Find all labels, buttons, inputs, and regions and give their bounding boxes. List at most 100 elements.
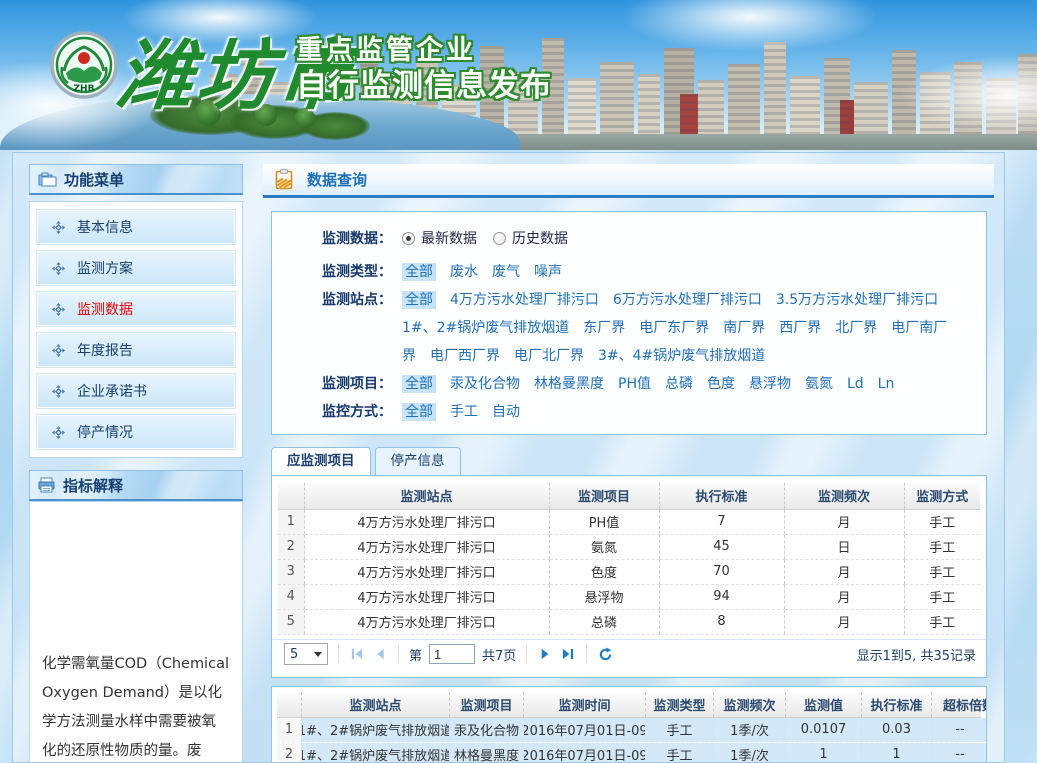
table1-header-cell: 监测频次 bbox=[784, 483, 904, 509]
sidebar-item-commitment[interactable]: 企业承诺书 bbox=[37, 374, 235, 408]
filter-option-link[interactable]: 南厂界 bbox=[723, 320, 765, 336]
next-page-icon bbox=[538, 647, 552, 661]
table2-cell: 1季/次 bbox=[713, 743, 785, 763]
content-container: 功能菜单 基本信息监测方案监测数据年度报告企业承诺书停产情况 指标解释 化学需氧… bbox=[12, 152, 1005, 763]
page: ZHB 潍坊市 重点监管企业 自行监测信息发布 功能菜单 基本信息监测方案监测数… bbox=[0, 0, 1037, 763]
refresh-icon bbox=[598, 647, 613, 662]
table-row: 34万方污水处理厂排污口色度70月手工 bbox=[278, 559, 980, 584]
filter-row: 监测数据：最新数据历史数据 bbox=[322, 225, 972, 253]
first-page-button[interactable] bbox=[349, 647, 365, 662]
filter-option-link[interactable]: 西厂界 bbox=[779, 320, 821, 336]
table2-cell: 1 bbox=[785, 743, 861, 763]
filter-options: 最新数据 历史数据 bbox=[402, 225, 972, 253]
filter-option-link[interactable]: PH值 bbox=[618, 376, 651, 392]
filter-option-link[interactable]: 电厂东厂界 bbox=[639, 320, 709, 336]
sidebar-item-label: 年度报告 bbox=[77, 340, 133, 360]
four-way-arrow-icon bbox=[51, 261, 66, 276]
sidebar-item-monitor-data[interactable]: 监测数据 bbox=[37, 292, 235, 326]
refresh-button[interactable] bbox=[597, 647, 613, 662]
radio-label: 历史数据 bbox=[512, 231, 568, 247]
sidebar-item-shutdown[interactable]: 停产情况 bbox=[37, 415, 235, 449]
four-way-arrow-icon bbox=[51, 425, 66, 440]
filter-option-link[interactable]: 北厂界 bbox=[835, 320, 877, 336]
filter-option-link[interactable]: Ld bbox=[847, 376, 864, 392]
table1-header-cell: 监测方式 bbox=[904, 483, 980, 509]
table2-header-cell: 监测时间 bbox=[523, 692, 645, 717]
table1-header-cell: 监测项目 bbox=[549, 483, 659, 509]
filter-option-link[interactable]: 3.5万方污水处理厂排污口 bbox=[776, 292, 938, 308]
table2-header-cell bbox=[277, 692, 301, 717]
first-page-icon bbox=[350, 647, 364, 661]
next-page-button[interactable] bbox=[537, 647, 553, 662]
chevron-down-icon bbox=[314, 652, 322, 657]
table2-header-cell: 超标倍数 bbox=[931, 692, 987, 717]
folder-icon bbox=[38, 172, 57, 187]
filter-option-link[interactable]: 6万方污水处理厂排污口 bbox=[613, 292, 762, 308]
radio-button[interactable] bbox=[493, 232, 506, 245]
filter-option-link[interactable]: 废气 bbox=[492, 264, 520, 280]
filter-option-link[interactable]: 色度 bbox=[707, 376, 735, 392]
table2-cell: 1 bbox=[861, 743, 931, 763]
filter-option-link[interactable]: 手工 bbox=[450, 404, 478, 420]
building bbox=[854, 82, 888, 136]
page-number-input[interactable] bbox=[429, 644, 475, 664]
table1-cell: 94 bbox=[659, 584, 784, 609]
radio-option[interactable]: 最新数据 bbox=[402, 231, 477, 247]
filter-row: 监控方式：全部手工自动 bbox=[322, 398, 972, 426]
table2-cell: 2 bbox=[277, 743, 301, 763]
page-size-value: 5 bbox=[290, 647, 298, 662]
radio-button[interactable] bbox=[402, 232, 415, 245]
table2-cell: 1#、2#锅炉废气排放烟道 bbox=[301, 718, 449, 742]
table1-cell: 手工 bbox=[904, 534, 980, 559]
sidebar-item-monitor-plan[interactable]: 监测方案 bbox=[37, 251, 235, 285]
filter-option-link[interactable]: 汞及化合物 bbox=[450, 376, 520, 392]
last-page-button[interactable] bbox=[560, 647, 576, 662]
table-row: 11#、2#锅炉废气排放烟道汞及化合物2016年07月01日-09手工1季/次0… bbox=[277, 718, 963, 743]
prev-page-button[interactable] bbox=[372, 647, 388, 662]
tab-monitoring-items[interactable]: 应监测项目 bbox=[271, 447, 371, 475]
printer-icon bbox=[38, 477, 56, 493]
table1-cell: 7 bbox=[659, 509, 784, 534]
building bbox=[680, 94, 698, 136]
filter-option-link[interactable]: 总磷 bbox=[665, 376, 693, 392]
zhb-environment-logo-icon: ZHB bbox=[50, 31, 118, 99]
filter-option-link[interactable]: 噪声 bbox=[534, 264, 562, 280]
radio-option[interactable]: 历史数据 bbox=[493, 231, 568, 247]
sidebar-item-label: 监测数据 bbox=[77, 299, 133, 319]
table2-cell: 1#、2#锅炉废气排放烟道 bbox=[301, 743, 449, 763]
filter-option-link[interactable]: 氨氮 bbox=[805, 376, 833, 392]
sidebar-item-label: 企业承诺书 bbox=[77, 381, 147, 401]
filter-option-link[interactable]: 全部 bbox=[402, 263, 436, 281]
filter-option-link[interactable]: 废水 bbox=[450, 264, 478, 280]
page-size-select[interactable]: 5 bbox=[284, 643, 328, 665]
filter-option-link[interactable]: 全部 bbox=[402, 375, 436, 393]
tab-shutdown-info[interactable]: 停产信息 bbox=[375, 447, 461, 475]
radio-label: 最新数据 bbox=[421, 231, 477, 247]
banner-subtitle-line1: 重点监管企业 bbox=[296, 36, 552, 66]
filter-option-link[interactable]: 林格曼黑度 bbox=[534, 376, 604, 392]
filter-option-link[interactable]: Ln bbox=[878, 376, 895, 392]
filter-option-link[interactable]: 4万方污水处理厂排污口 bbox=[450, 292, 599, 308]
table2-header-cell: 监测类型 bbox=[645, 692, 713, 717]
filter-option-link[interactable]: 自动 bbox=[492, 404, 520, 420]
filter-option-link[interactable]: 电厂北厂界 bbox=[514, 348, 584, 364]
table1-cell: 日 bbox=[784, 534, 904, 559]
table1-cell: 月 bbox=[784, 609, 904, 634]
filter-option-link[interactable]: 东厂界 bbox=[583, 320, 625, 336]
table2-cell: 手工 bbox=[645, 718, 713, 742]
sidebar-item-label: 停产情况 bbox=[77, 422, 133, 442]
monitoring-items-table: 监测站点监测项目执行标准监测频次监测方式 14万方污水处理厂排污口PH值7月手工… bbox=[278, 483, 980, 635]
sidebar-item-annual-report[interactable]: 年度报告 bbox=[37, 333, 235, 367]
building bbox=[698, 80, 724, 136]
filter-option-link[interactable]: 全部 bbox=[402, 291, 436, 309]
filter-option-link[interactable]: 电厂西厂界 bbox=[430, 348, 500, 364]
banner: ZHB 潍坊市 重点监管企业 自行监测信息发布 bbox=[0, 0, 1037, 150]
sidebar-item-basic-info[interactable]: 基本信息 bbox=[37, 210, 235, 244]
filter-option-link[interactable]: 1#、2#锅炉废气排放烟道 bbox=[402, 320, 569, 336]
filter-option-link[interactable]: 悬浮物 bbox=[749, 376, 791, 392]
filter-option-link[interactable]: 3#、4#锅炉废气排放烟道 bbox=[598, 348, 765, 364]
table1-cell: 氨氮 bbox=[549, 534, 659, 559]
filter-option-link[interactable]: 全部 bbox=[402, 403, 436, 421]
filter-label: 监测类型： bbox=[322, 258, 402, 286]
data-query-title: 数据查询 bbox=[307, 169, 367, 190]
